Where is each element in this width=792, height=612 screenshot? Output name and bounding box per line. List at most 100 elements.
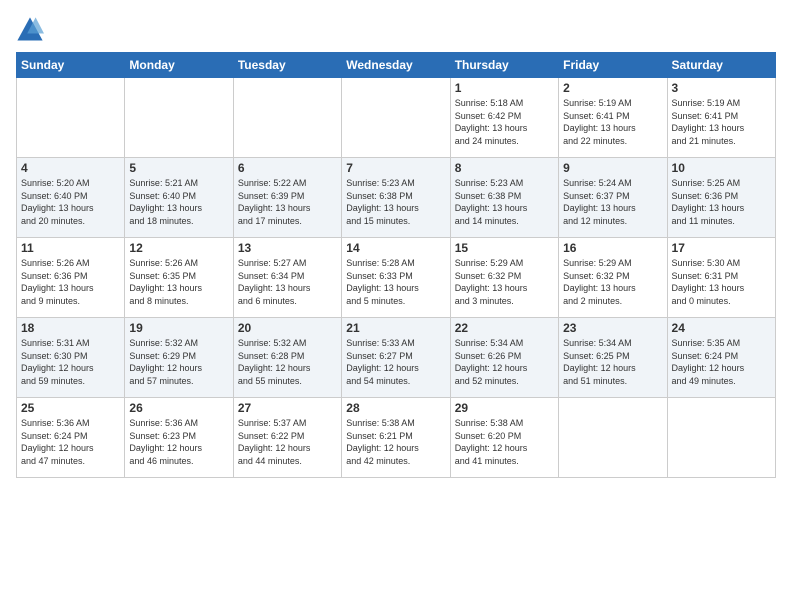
- day-number: 10: [672, 161, 771, 175]
- day-info: Sunrise: 5:19 AMSunset: 6:41 PMDaylight:…: [672, 97, 771, 147]
- calendar-cell: 1 Sunrise: 5:18 AMSunset: 6:42 PMDaylight…: [450, 78, 558, 158]
- calendar-cell: 20 Sunrise: 5:32 AMSunset: 6:28 PMDayligh…: [233, 318, 341, 398]
- calendar-cell: 6 Sunrise: 5:22 AMSunset: 6:39 PMDaylight…: [233, 158, 341, 238]
- day-info: Sunrise: 5:23 AMSunset: 6:38 PMDaylight:…: [346, 177, 445, 227]
- calendar-cell: 28Sunrise: 5:38 AMSunset: 6:21 PMDayligh…: [342, 398, 450, 478]
- calendar-cell: 23 Sunrise: 5:34 AMSunset: 6:25 PMDayligh…: [559, 318, 667, 398]
- calendar-cell: 14 Sunrise: 5:28 AMSunset: 6:33 PMDayligh…: [342, 238, 450, 318]
- day-number: 3: [672, 81, 771, 95]
- calendar-week-3: 11Sunrise: 5:26 AMSunset: 6:36 PMDayligh…: [17, 238, 776, 318]
- calendar-cell: 3 Sunrise: 5:19 AMSunset: 6:41 PMDaylight…: [667, 78, 775, 158]
- calendar-cell: 25 Sunrise: 5:36 AMSunset: 6:24 PMDayligh…: [17, 398, 125, 478]
- day-number: 9: [563, 161, 662, 175]
- day-number: 21: [346, 321, 445, 335]
- day-info: Sunrise: 5:19 AMSunset: 6:41 PMDaylight:…: [563, 97, 662, 147]
- day-header-tuesday: Tuesday: [233, 53, 341, 78]
- calendar-cell: 18 Sunrise: 5:31 AMSunset: 6:30 PMDayligh…: [17, 318, 125, 398]
- calendar-table: SundayMondayTuesdayWednesdayThursdayFrid…: [16, 52, 776, 478]
- day-info: Sunrise: 5:34 AMSunset: 6:25 PMDaylight:…: [563, 337, 662, 387]
- page-header: [16, 16, 776, 44]
- calendar-cell: 8 Sunrise: 5:23 AMSunset: 6:38 PMDaylight…: [450, 158, 558, 238]
- calendar-cell: 27 Sunrise: 5:37 AMSunset: 6:22 PMDayligh…: [233, 398, 341, 478]
- day-number: 15: [455, 241, 554, 255]
- day-info: Sunrise: 5:35 AMSunset: 6:24 PMDaylight:…: [672, 337, 771, 387]
- day-info: Sunrise: 5:25 AMSunset: 6:36 PMDaylight:…: [672, 177, 771, 227]
- logo: [16, 16, 48, 44]
- calendar-cell: 10 Sunrise: 5:25 AMSunset: 6:36 PMDayligh…: [667, 158, 775, 238]
- header-row: SundayMondayTuesdayWednesdayThursdayFrid…: [17, 53, 776, 78]
- day-header-thursday: Thursday: [450, 53, 558, 78]
- calendar-week-4: 18 Sunrise: 5:31 AMSunset: 6:30 PMDayligh…: [17, 318, 776, 398]
- day-number: 11: [21, 241, 120, 255]
- day-number: 1: [455, 81, 554, 95]
- calendar-cell: [125, 78, 233, 158]
- day-info: Sunrise: 5:26 AMSunset: 6:35 PMDaylight:…: [129, 257, 228, 307]
- day-number: 18: [21, 321, 120, 335]
- calendar-cell: 13Sunrise: 5:27 AMSunset: 6:34 PMDayligh…: [233, 238, 341, 318]
- day-info: Sunrise: 5:29 AMSunset: 6:32 PMDaylight:…: [563, 257, 662, 307]
- day-info: Sunrise: 5:31 AMSunset: 6:30 PMDaylight:…: [21, 337, 120, 387]
- day-info: Sunrise: 5:22 AMSunset: 6:39 PMDaylight:…: [238, 177, 337, 227]
- calendar-cell: [667, 398, 775, 478]
- calendar-cell: 5 Sunrise: 5:21 AMSunset: 6:40 PMDaylight…: [125, 158, 233, 238]
- day-number: 12: [129, 241, 228, 255]
- day-number: 16: [563, 241, 662, 255]
- calendar-cell: 16 Sunrise: 5:29 AMSunset: 6:32 PMDayligh…: [559, 238, 667, 318]
- calendar-cell: [559, 398, 667, 478]
- day-info: Sunrise: 5:32 AMSunset: 6:28 PMDaylight:…: [238, 337, 337, 387]
- day-info: Sunrise: 5:28 AMSunset: 6:33 PMDaylight:…: [346, 257, 445, 307]
- day-number: 8: [455, 161, 554, 175]
- day-info: Sunrise: 5:36 AMSunset: 6:24 PMDaylight:…: [21, 417, 120, 467]
- calendar-cell: 12 Sunrise: 5:26 AMSunset: 6:35 PMDayligh…: [125, 238, 233, 318]
- day-number: 7: [346, 161, 445, 175]
- day-number: 5: [129, 161, 228, 175]
- day-info: Sunrise: 5:20 AMSunset: 6:40 PMDaylight:…: [21, 177, 120, 227]
- day-header-sunday: Sunday: [17, 53, 125, 78]
- calendar-cell: 17Sunrise: 5:30 AMSunset: 6:31 PMDayligh…: [667, 238, 775, 318]
- calendar-cell: 21 Sunrise: 5:33 AMSunset: 6:27 PMDayligh…: [342, 318, 450, 398]
- day-number: 6: [238, 161, 337, 175]
- day-header-wednesday: Wednesday: [342, 53, 450, 78]
- day-info: Sunrise: 5:36 AMSunset: 6:23 PMDaylight:…: [129, 417, 228, 467]
- day-header-friday: Friday: [559, 53, 667, 78]
- calendar-cell: 26 Sunrise: 5:36 AMSunset: 6:23 PMDayligh…: [125, 398, 233, 478]
- calendar-cell: 4Sunrise: 5:20 AMSunset: 6:40 PMDaylight…: [17, 158, 125, 238]
- day-number: 17: [672, 241, 771, 255]
- calendar-cell: 15 Sunrise: 5:29 AMSunset: 6:32 PMDayligh…: [450, 238, 558, 318]
- day-info: Sunrise: 5:37 AMSunset: 6:22 PMDaylight:…: [238, 417, 337, 467]
- day-info: Sunrise: 5:33 AMSunset: 6:27 PMDaylight:…: [346, 337, 445, 387]
- day-info: Sunrise: 5:29 AMSunset: 6:32 PMDaylight:…: [455, 257, 554, 307]
- day-number: 20: [238, 321, 337, 335]
- day-info: Sunrise: 5:38 AMSunset: 6:20 PMDaylight:…: [455, 417, 554, 467]
- calendar-cell: [17, 78, 125, 158]
- day-number: 2: [563, 81, 662, 95]
- day-number: 25: [21, 401, 120, 415]
- day-number: 22: [455, 321, 554, 335]
- calendar-cell: 9 Sunrise: 5:24 AMSunset: 6:37 PMDaylight…: [559, 158, 667, 238]
- calendar-cell: 24 Sunrise: 5:35 AMSunset: 6:24 PMDayligh…: [667, 318, 775, 398]
- day-header-saturday: Saturday: [667, 53, 775, 78]
- calendar-week-1: 1 Sunrise: 5:18 AMSunset: 6:42 PMDaylight…: [17, 78, 776, 158]
- day-info: Sunrise: 5:23 AMSunset: 6:38 PMDaylight:…: [455, 177, 554, 227]
- day-info: Sunrise: 5:38 AMSunset: 6:21 PMDaylight:…: [346, 417, 445, 467]
- calendar-week-2: 4Sunrise: 5:20 AMSunset: 6:40 PMDaylight…: [17, 158, 776, 238]
- day-number: 23: [563, 321, 662, 335]
- day-info: Sunrise: 5:24 AMSunset: 6:37 PMDaylight:…: [563, 177, 662, 227]
- calendar-cell: 29 Sunrise: 5:38 AMSunset: 6:20 PMDayligh…: [450, 398, 558, 478]
- logo-icon: [16, 16, 44, 44]
- day-number: 26: [129, 401, 228, 415]
- day-info: Sunrise: 5:18 AMSunset: 6:42 PMDaylight:…: [455, 97, 554, 147]
- day-info: Sunrise: 5:27 AMSunset: 6:34 PMDaylight:…: [238, 257, 337, 307]
- calendar-week-5: 25 Sunrise: 5:36 AMSunset: 6:24 PMDayligh…: [17, 398, 776, 478]
- calendar-cell: 19 Sunrise: 5:32 AMSunset: 6:29 PMDayligh…: [125, 318, 233, 398]
- day-number: 27: [238, 401, 337, 415]
- day-number: 19: [129, 321, 228, 335]
- day-info: Sunrise: 5:34 AMSunset: 6:26 PMDaylight:…: [455, 337, 554, 387]
- day-info: Sunrise: 5:32 AMSunset: 6:29 PMDaylight:…: [129, 337, 228, 387]
- day-number: 24: [672, 321, 771, 335]
- day-info: Sunrise: 5:21 AMSunset: 6:40 PMDaylight:…: [129, 177, 228, 227]
- calendar-cell: [233, 78, 341, 158]
- day-number: 14: [346, 241, 445, 255]
- calendar-cell: 7 Sunrise: 5:23 AMSunset: 6:38 PMDaylight…: [342, 158, 450, 238]
- day-number: 29: [455, 401, 554, 415]
